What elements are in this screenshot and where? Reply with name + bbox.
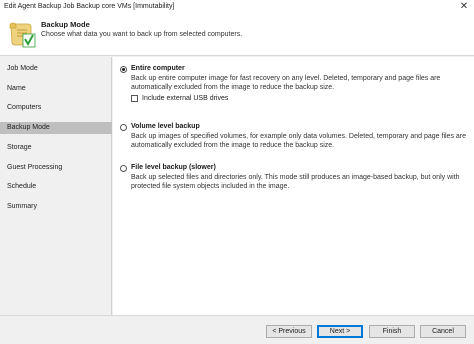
next-button[interactable]: Next > xyxy=(317,325,363,338)
window-title: Edit Agent Backup Job Backup core VMs [I… xyxy=(4,3,175,10)
entire-computer-label[interactable]: Entire computer xyxy=(131,65,185,72)
include-usb-label[interactable]: Include external USB drives xyxy=(142,95,228,102)
volume-level-description: Back up images of specified volumes, for… xyxy=(131,133,467,149)
title-bar: Edit Agent Backup Job Backup core VMs [I… xyxy=(0,0,474,14)
backup-mode-panel: Entire computer Back up entire computer … xyxy=(113,57,474,315)
file-level-description: Back up selected files and directories o… xyxy=(131,174,460,190)
page-title: Backup Mode xyxy=(41,20,90,29)
file-level-radio[interactable] xyxy=(120,165,127,172)
page-description: Choose what data you want to back up fro… xyxy=(41,31,243,38)
entire-computer-radio[interactable] xyxy=(120,66,127,73)
sidebar-item-backup-mode[interactable]: Backup Mode xyxy=(0,122,112,134)
wizard-window: Edit Agent Backup Job Backup core VMs [I… xyxy=(0,0,474,344)
cancel-button[interactable]: Cancel xyxy=(420,325,466,338)
wizard-scroll-checkmark-icon xyxy=(9,22,36,48)
finish-button[interactable]: Finish xyxy=(369,325,415,338)
sidebar-item-guest-processing[interactable]: Guest Processing xyxy=(0,162,112,174)
previous-button[interactable]: < Previous xyxy=(266,325,312,338)
volume-level-radio[interactable] xyxy=(120,124,127,131)
wizard-steps-sidebar: Job Mode Name Computers Backup Mode Stor… xyxy=(0,57,112,315)
sidebar-item-summary[interactable]: Summary xyxy=(0,201,112,213)
volume-level-label[interactable]: Volume level backup xyxy=(131,123,200,130)
sidebar-item-name[interactable]: Name xyxy=(0,83,112,95)
sidebar-item-schedule[interactable]: Schedule xyxy=(0,181,112,193)
include-usb-checkbox[interactable] xyxy=(131,95,138,102)
wizard-footer: < Previous Next > Finish Cancel xyxy=(0,315,474,344)
sidebar-item-storage[interactable]: Storage xyxy=(0,142,112,154)
file-level-label[interactable]: File level backup (slower) xyxy=(131,164,216,171)
wizard-header: Backup Mode Choose what data you want to… xyxy=(0,14,474,56)
entire-computer-description: Back up entire computer image for fast r… xyxy=(131,75,441,91)
close-icon[interactable]: ✕ xyxy=(458,1,470,13)
sidebar-item-job-mode[interactable]: Job Mode xyxy=(0,63,112,75)
sidebar-item-computers[interactable]: Computers xyxy=(0,102,112,114)
